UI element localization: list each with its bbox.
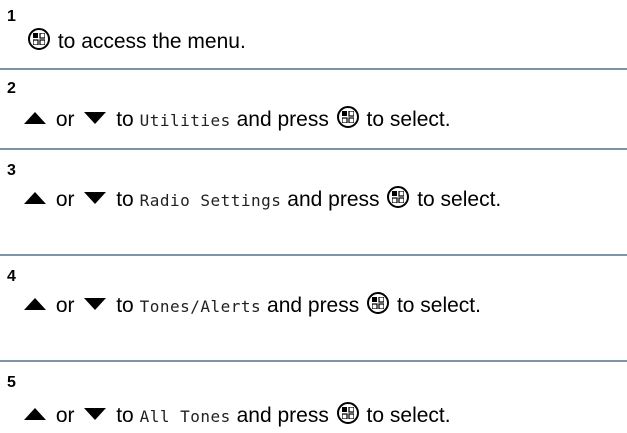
step-number: 5 <box>7 374 16 391</box>
menu-ok-button-icon <box>336 106 359 128</box>
to-text: to <box>116 404 134 427</box>
down-arrow-icon <box>84 298 107 310</box>
menu-item-name: Utilities <box>139 111 231 130</box>
divider <box>0 68 627 70</box>
and-press-text: and press <box>267 294 360 317</box>
step-text: to access the menu. <box>26 28 623 55</box>
up-arrow-icon <box>24 408 46 420</box>
step-number: 3 <box>7 162 16 179</box>
or-text: or <box>55 294 75 317</box>
down-arrow-icon <box>84 192 107 204</box>
step-number: 4 <box>7 268 16 285</box>
up-arrow-icon <box>24 298 46 310</box>
and-press-text: and press <box>236 404 329 427</box>
to-select-text: to select. <box>366 108 451 131</box>
divider <box>0 148 627 150</box>
up-arrow-icon <box>24 112 46 124</box>
divider <box>0 254 627 256</box>
to-select-text: to select. <box>366 404 451 427</box>
step-text: or to All Tones and press to select. <box>20 402 623 430</box>
and-press-text: and press <box>236 108 329 131</box>
step-instruction: to access the menu. <box>57 30 246 53</box>
step-text: or to Tones/Alerts and press to select. <box>20 292 599 320</box>
to-text: to <box>116 188 134 211</box>
step-number: 1 <box>7 8 16 25</box>
divider <box>0 360 627 362</box>
menu-ok-button-icon <box>28 28 50 50</box>
step-number: 2 <box>7 80 16 97</box>
to-select-text: to select. <box>417 188 502 211</box>
menu-item-name: Tones/Alerts <box>139 297 262 316</box>
down-arrow-icon <box>84 112 107 124</box>
menu-item-name: All Tones <box>139 407 231 426</box>
or-text: or <box>55 108 75 131</box>
menu-item-name: Radio Settings <box>139 191 282 210</box>
or-text: or <box>55 404 75 427</box>
to-text: to <box>116 108 134 131</box>
to-text: to <box>116 294 134 317</box>
menu-ok-button-icon <box>336 402 359 424</box>
step-text: or to Radio Settings and press to select… <box>20 186 623 214</box>
or-text: or <box>55 188 75 211</box>
down-arrow-icon <box>84 408 107 420</box>
up-arrow-icon <box>24 192 46 204</box>
menu-ok-button-icon <box>387 186 410 208</box>
menu-ok-button-icon <box>367 292 390 314</box>
to-select-text: to select. <box>396 294 481 317</box>
and-press-text: and press <box>287 188 380 211</box>
step-text: or to Utilities and press to select. <box>20 106 623 134</box>
